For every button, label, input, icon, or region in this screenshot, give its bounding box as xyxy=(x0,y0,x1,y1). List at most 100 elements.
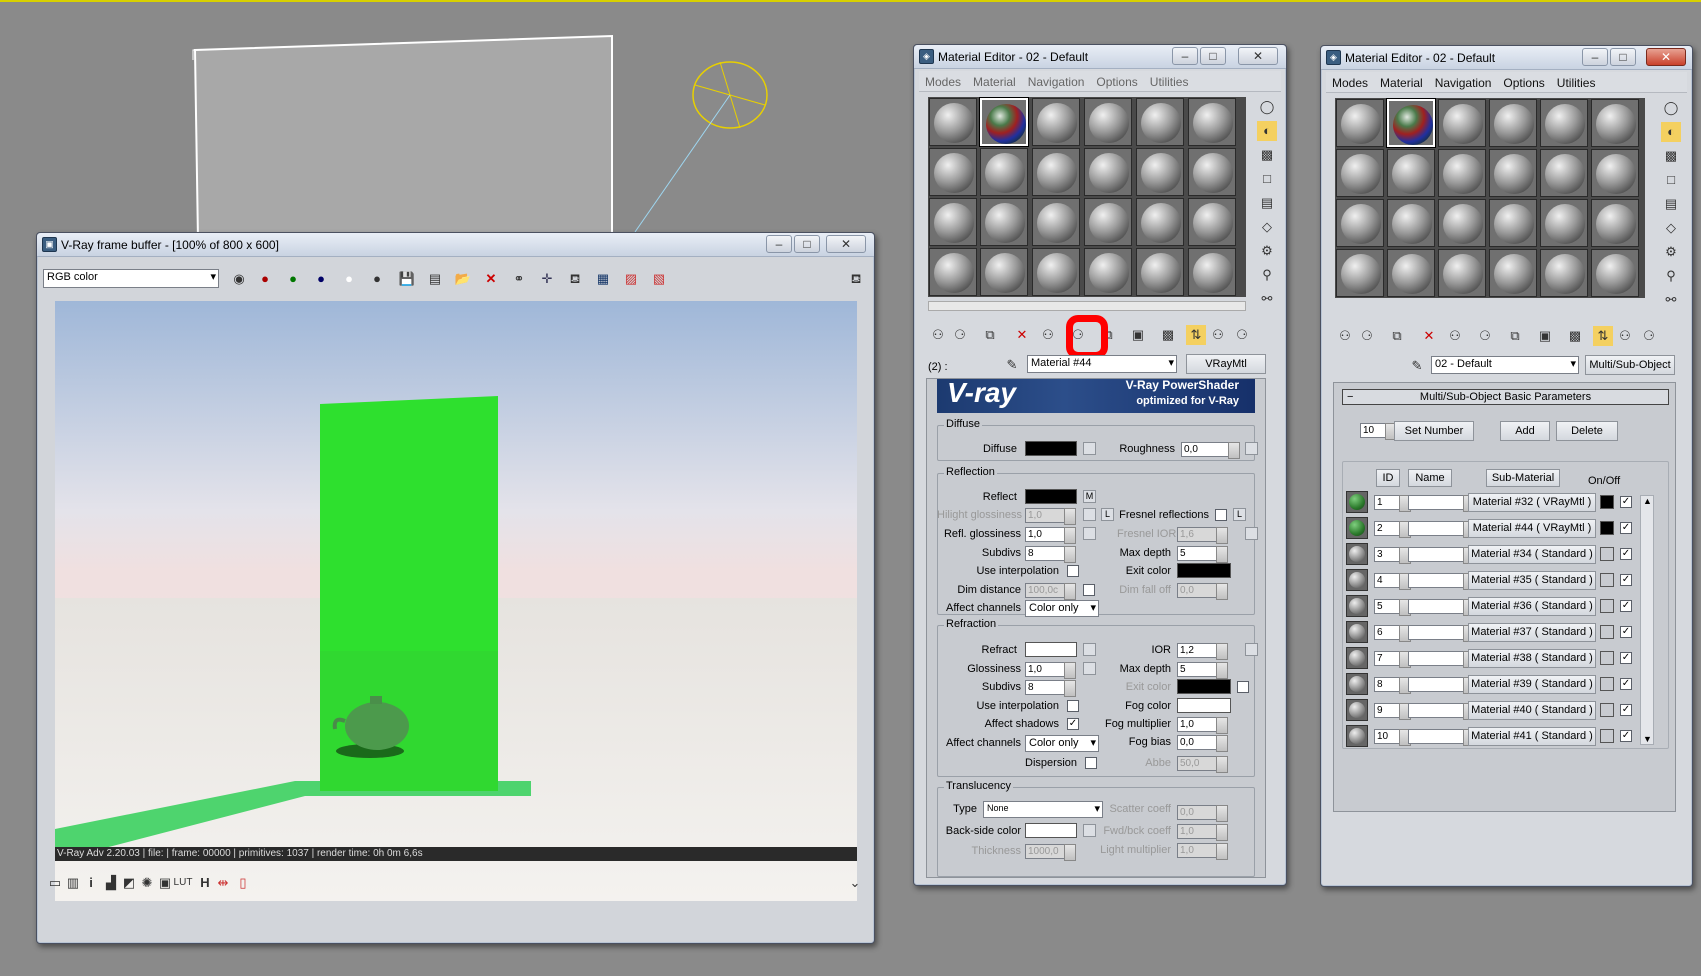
me1-params-panel[interactable]: V-ray V-Ray PowerShader optimized for V-… xyxy=(926,378,1266,878)
material-slot[interactable] xyxy=(1188,198,1236,246)
sample-type-icon[interactable]: ◯ xyxy=(1661,98,1681,118)
material-name-field[interactable]: 02 - Default xyxy=(1431,356,1579,374)
make-preview-icon[interactable]: ◇ xyxy=(1257,217,1277,237)
submaterial-enabled-checkbox[interactable]: ✓ xyxy=(1620,496,1632,508)
alpha-channel-icon[interactable]: ● xyxy=(367,269,387,289)
material-slot[interactable] xyxy=(1489,199,1537,247)
go-to-parent-icon[interactable]: ⚇ xyxy=(1208,325,1228,345)
submaterial-id[interactable]: 3 xyxy=(1374,547,1411,564)
material-slot[interactable] xyxy=(1336,199,1384,247)
region-icon[interactable]: ✛ xyxy=(537,269,557,289)
histogram-icon[interactable]: ▦ xyxy=(593,269,613,289)
refl-use-interp-checkbox[interactable] xyxy=(1067,565,1079,577)
menu-material[interactable]: Material xyxy=(1374,72,1429,90)
history-icon[interactable]: ▭ xyxy=(45,873,65,893)
color-correct-icon[interactable]: ◩ xyxy=(119,873,139,893)
menu-modes[interactable]: Modes xyxy=(1326,72,1374,90)
make-preview-icon[interactable]: ◇ xyxy=(1661,218,1681,238)
submaterial-enabled-checkbox[interactable]: ✓ xyxy=(1620,626,1632,638)
material-slot[interactable] xyxy=(929,148,977,196)
transl-type-select[interactable]: None xyxy=(983,801,1103,818)
submaterial-color[interactable] xyxy=(1600,599,1614,613)
options-icon[interactable]: ⚙ xyxy=(1661,242,1681,262)
material-slot[interactable] xyxy=(929,198,977,246)
refract-map-button[interactable] xyxy=(1083,643,1096,656)
material-slot[interactable] xyxy=(1188,148,1236,196)
material-slot[interactable] xyxy=(1591,199,1639,247)
submaterial-color[interactable] xyxy=(1600,547,1614,561)
submaterial-id[interactable]: 4 xyxy=(1374,573,1411,590)
put-to-scene-icon[interactable]: ⚆ xyxy=(1357,326,1377,346)
clear-icon[interactable]: ✕ xyxy=(481,269,501,289)
refl-exit-color-swatch[interactable] xyxy=(1177,563,1231,578)
viewport-scene[interactable] xyxy=(0,0,920,260)
material-id-channel-icon[interactable]: ▣ xyxy=(1535,326,1555,346)
submaterial-color[interactable] xyxy=(1600,677,1614,691)
submaterial-color[interactable] xyxy=(1600,521,1614,535)
submaterial-enabled-checkbox[interactable]: ✓ xyxy=(1620,548,1632,560)
diffuse-swatch[interactable] xyxy=(1025,441,1077,456)
roughness-spinner[interactable]: 0,0 xyxy=(1181,442,1240,459)
material-slot[interactable] xyxy=(980,148,1028,196)
refl-gloss-spinner[interactable]: 1,0 xyxy=(1025,527,1076,544)
submaterial-name[interactable] xyxy=(1408,599,1475,616)
refl-affect-channels-select[interactable]: Color only xyxy=(1025,600,1099,617)
blue-channel-icon[interactable]: ● xyxy=(311,269,331,289)
submaterial-color[interactable] xyxy=(1600,729,1614,743)
submaterial-id[interactable]: 8 xyxy=(1374,677,1411,694)
material-slot[interactable] xyxy=(1136,248,1184,296)
reset-map-icon[interactable]: ✕ xyxy=(1419,326,1439,346)
eyedropper-icon[interactable]: ✎ xyxy=(1407,356,1427,376)
go-forward-sibling-icon[interactable]: ⚆ xyxy=(1639,326,1659,346)
fresnel-ior-map-button[interactable] xyxy=(1245,527,1258,540)
backlight-icon[interactable]: ◐ xyxy=(1661,122,1681,142)
green-channel-icon[interactable]: ● xyxy=(283,269,303,289)
submaterial-name[interactable] xyxy=(1408,573,1475,590)
material-name-field[interactable]: Material #44 xyxy=(1027,355,1177,373)
minimize-button[interactable]: – xyxy=(1172,47,1198,65)
material-slot[interactable] xyxy=(1084,98,1132,146)
material-slot[interactable] xyxy=(1438,199,1486,247)
go-forward-sibling-icon[interactable]: ⚆ xyxy=(1232,325,1252,345)
srgb-icon[interactable]: ▯ xyxy=(233,873,253,893)
scroll-down-icon[interactable]: ▼ xyxy=(1643,734,1652,744)
video-color-icon[interactable]: ▤ xyxy=(1661,194,1681,214)
fog-bias-spinner[interactable]: 0,0 xyxy=(1177,735,1228,752)
refl-gloss-map-button[interactable] xyxy=(1083,527,1096,540)
show-end-result-icon[interactable]: ⇅ xyxy=(1186,325,1206,345)
put-to-scene-icon[interactable]: ⚆ xyxy=(950,325,970,345)
submaterial-thumbnail[interactable] xyxy=(1346,673,1368,695)
make-copy-icon[interactable]: ⚇ xyxy=(1038,325,1058,345)
rollout-collapse-icon[interactable]: − xyxy=(1347,390,1353,404)
show-end-result-icon[interactable]: ⇅ xyxy=(1593,326,1613,346)
material-slot[interactable] xyxy=(1032,198,1080,246)
me1-slot-scrollbar[interactable] xyxy=(928,301,1246,311)
refr-affect-channels-select[interactable]: Color only xyxy=(1025,735,1099,752)
material-slot[interactable] xyxy=(1336,149,1384,197)
thickness-spinner[interactable]: 1000,0 xyxy=(1025,844,1076,861)
refr-gloss-map-button[interactable] xyxy=(1083,662,1096,675)
make-copy-icon[interactable]: ⚇ xyxy=(1445,326,1465,346)
maximize-button[interactable]: □ xyxy=(1610,48,1636,66)
submaterial-id[interactable]: 7 xyxy=(1374,651,1411,668)
material-slot[interactable] xyxy=(1084,248,1132,296)
fwd-bck-spinner[interactable]: 1,0 xyxy=(1177,824,1228,841)
menu-options[interactable]: Options xyxy=(1090,71,1143,89)
submaterial-button[interactable]: Material #38 ( Standard ) xyxy=(1468,649,1596,668)
material-slot[interactable] xyxy=(1438,249,1486,297)
submaterial-button[interactable]: Material #32 ( VRayMtl ) xyxy=(1468,493,1596,512)
submaterial-color[interactable] xyxy=(1600,703,1614,717)
go-to-parent-icon[interactable]: ⚇ xyxy=(1615,326,1635,346)
dim-distance-checkbox[interactable] xyxy=(1083,584,1095,596)
submaterial-name[interactable] xyxy=(1408,703,1475,720)
red-channel-icon[interactable]: ● xyxy=(255,269,275,289)
me2-params-panel[interactable]: − Multi/Sub-Object Basic Parameters 10 S… xyxy=(1333,382,1676,812)
material-slot[interactable] xyxy=(980,198,1028,246)
material-slot[interactable] xyxy=(1540,199,1588,247)
show-in-viewport-icon[interactable]: ▩ xyxy=(1158,325,1178,345)
scatter-spinner[interactable]: 0,0 xyxy=(1177,805,1228,822)
submaterial-thumbnail[interactable] xyxy=(1346,517,1368,539)
delete-button[interactable]: Delete xyxy=(1556,421,1618,441)
material-slot[interactable] xyxy=(1136,148,1184,196)
material-slot[interactable] xyxy=(1591,249,1639,297)
